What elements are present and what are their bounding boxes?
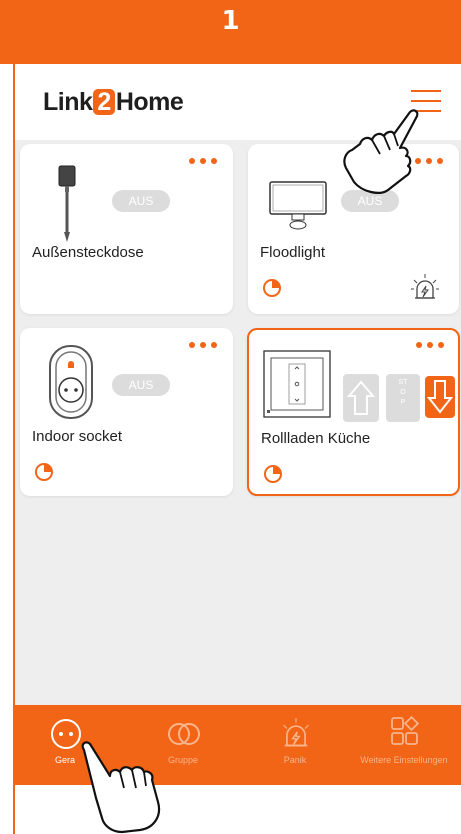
- nav-label: Weitere Einstellungen: [360, 755, 448, 765]
- timer-icon[interactable]: [263, 464, 283, 484]
- shutter-up-button[interactable]: [343, 374, 379, 422]
- status-pill[interactable]: AUS: [112, 190, 170, 212]
- menu-button[interactable]: [411, 88, 443, 114]
- card-options-button[interactable]: [416, 340, 446, 350]
- logo-text-right: Home: [115, 88, 184, 116]
- card-options-button[interactable]: [415, 156, 445, 166]
- timer-icon[interactable]: [34, 462, 54, 482]
- app-header: Link 2 Home: [15, 66, 461, 140]
- nav-label: Gera: [54, 755, 75, 765]
- shutter-stop-button[interactable]: STOP: [386, 374, 420, 422]
- panic-alarm-icon: [283, 718, 309, 747]
- shutter-switch-icon: [263, 350, 331, 418]
- floodlight-icon: [269, 181, 327, 230]
- bottom-nav: Gera Gruppe Panik Weitere Einstellungen: [15, 705, 461, 785]
- timer-icon[interactable]: [262, 278, 282, 298]
- device-card-shutter[interactable]: STOP Rollladen Küche: [247, 328, 460, 496]
- stop-label: STOP: [398, 379, 408, 406]
- devices-icon: [51, 719, 81, 749]
- device-name: Floodlight: [260, 244, 326, 261]
- device-name: Rollladen Küche: [261, 430, 371, 447]
- card-options-button[interactable]: [189, 156, 219, 166]
- nav-more-settings[interactable]: Weitere Einstellungen: [347, 705, 461, 785]
- device-name: Außensteckdose: [32, 244, 144, 261]
- step-banner: 1: [0, 0, 461, 64]
- nav-label: Gruppe: [167, 755, 199, 765]
- nav-label: Panik: [283, 755, 307, 765]
- device-grid: AUS Außensteckdose AUS Floodlight AUS In…: [15, 140, 461, 705]
- indoor-socket-icon: [49, 345, 93, 419]
- device-card-floodlight[interactable]: AUS Floodlight: [248, 144, 459, 314]
- card-options-button[interactable]: [189, 340, 219, 350]
- app-logo: Link 2 Home: [43, 88, 184, 117]
- nav-devices[interactable]: Gera: [25, 705, 105, 785]
- arrow-up-icon: [346, 380, 376, 415]
- nav-panic[interactable]: Panik: [255, 705, 335, 785]
- nav-group[interactable]: Gruppe: [143, 705, 223, 785]
- logo-badge: 2: [93, 89, 115, 115]
- group-icon: [168, 723, 200, 745]
- device-name: Indoor socket: [32, 428, 123, 445]
- status-pill[interactable]: AUS: [341, 190, 399, 212]
- device-card-indoor-socket[interactable]: AUS Indoor socket: [20, 328, 233, 496]
- step-number: 1: [221, 6, 240, 36]
- status-pill[interactable]: AUS: [112, 374, 170, 396]
- panic-alarm-icon[interactable]: [410, 272, 440, 302]
- arrow-down-icon: [426, 380, 454, 414]
- logo-text-left: Link: [43, 88, 93, 116]
- settings-grid-icon: [391, 715, 420, 745]
- shutter-down-button[interactable]: [425, 376, 455, 418]
- device-card-outdoor-socket[interactable]: AUS Außensteckdose: [20, 144, 233, 314]
- outdoor-socket-icon: [58, 165, 76, 242]
